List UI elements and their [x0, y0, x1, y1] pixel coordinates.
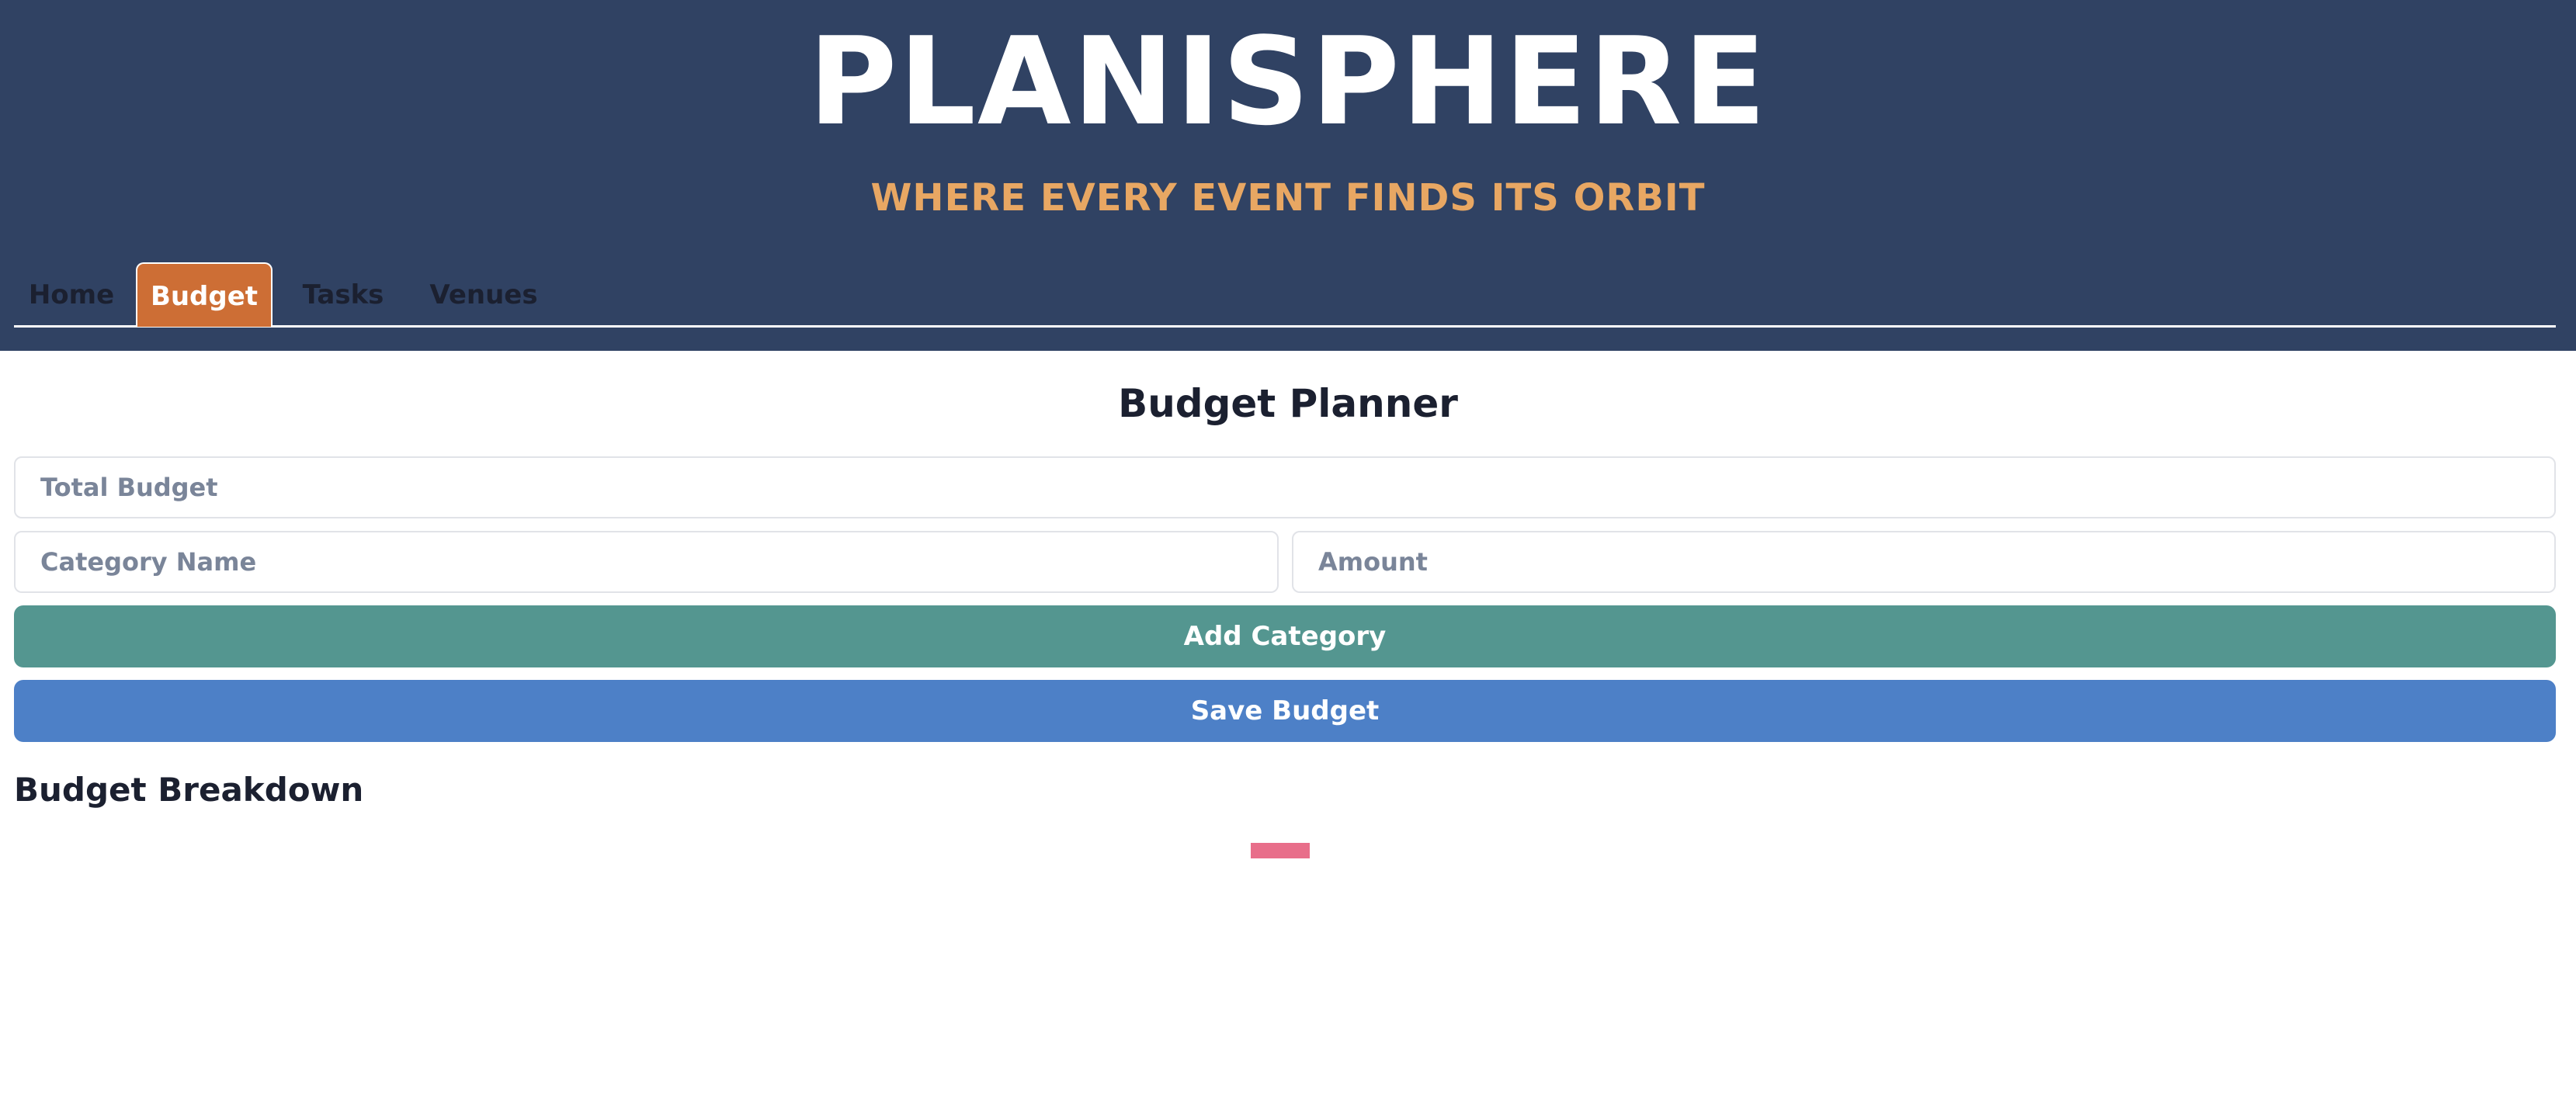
save-budget-button[interactable]: Save Budget [14, 680, 2556, 742]
category-name-input[interactable] [14, 531, 1279, 593]
tab-tasks[interactable]: Tasks [289, 262, 398, 325]
chart-legend-swatch[interactable] [1251, 843, 1310, 858]
budget-breakdown-title: Budget Breakdown [14, 771, 364, 809]
page-title: Budget Planner [1118, 381, 1458, 426]
app-header: PLANISPHERE WHERE EVERY EVENT FINDS ITS … [0, 0, 2576, 351]
budget-breakdown-chart [0, 823, 2576, 1087]
tab-bar: Home Budget Tasks Venues [14, 262, 2556, 328]
amount-input[interactable] [1292, 531, 2556, 593]
tab-venues[interactable]: Venues [418, 262, 550, 325]
tab-budget[interactable]: Budget [136, 262, 273, 327]
total-budget-input[interactable] [14, 456, 2556, 518]
app-tagline: WHERE EVERY EVENT FINDS ITS ORBIT [870, 176, 1706, 220]
add-category-button[interactable]: Add Category [14, 605, 2556, 667]
app-title: PLANISPHERE [808, 11, 1768, 152]
tab-home[interactable]: Home [25, 262, 118, 325]
